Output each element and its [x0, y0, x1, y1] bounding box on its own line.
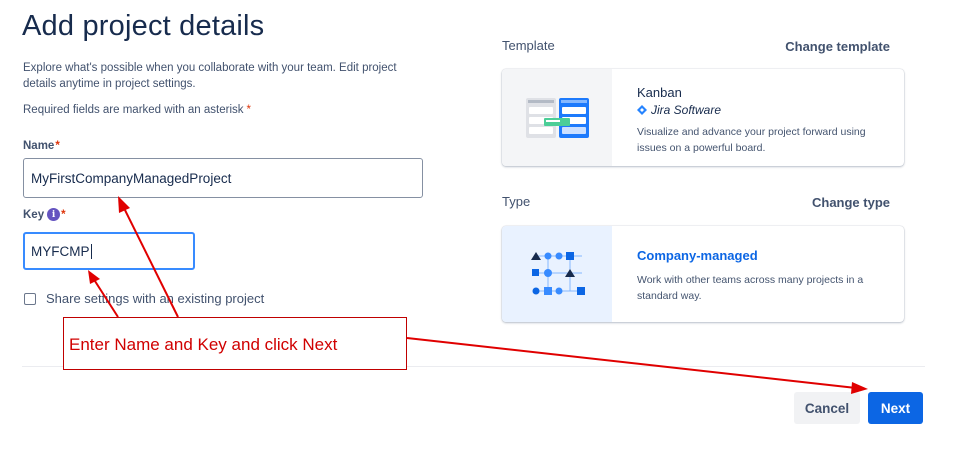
arrowhead-next	[851, 382, 868, 394]
arrow-to-name-line	[121, 203, 179, 318]
arrow-to-key-line	[92, 277, 119, 318]
annotation-arrows	[88, 196, 868, 394]
arrowhead-name	[118, 196, 130, 213]
arrow-to-next-line	[406, 337, 857, 389]
arrowhead-key	[88, 270, 100, 284]
